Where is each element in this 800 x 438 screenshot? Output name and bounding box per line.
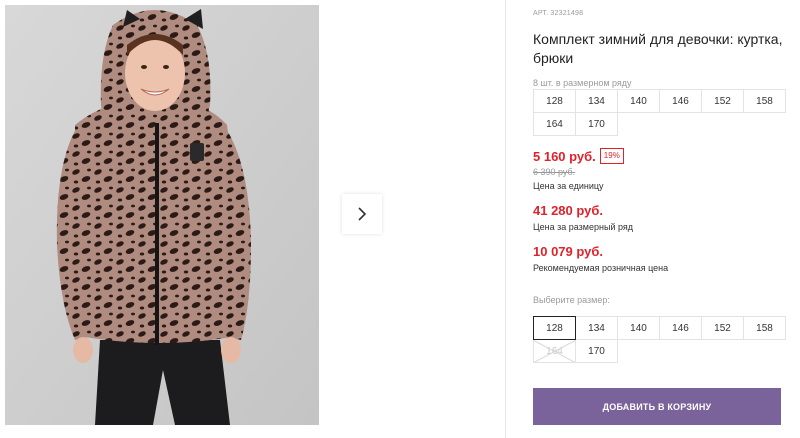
unit-price: 5 160 руб. <box>533 148 596 164</box>
size-option-164: 164 <box>533 339 576 363</box>
size-selector: 128 134 140 146 152 158 164 170 <box>533 316 786 363</box>
size-select-label: Выберите размер: <box>533 295 610 305</box>
size-option-134[interactable]: 134 <box>575 316 618 340</box>
size-option-146[interactable]: 146 <box>659 316 702 340</box>
pack-size-cell: 140 <box>617 89 660 113</box>
size-option-140[interactable]: 140 <box>617 316 660 340</box>
pack-size-cell: 158 <box>743 89 786 113</box>
pack-size-cell: 170 <box>575 112 618 136</box>
pack-size-cell: 146 <box>659 89 702 113</box>
pack-size-cell: 128 <box>533 89 576 113</box>
unit-price-label: Цена за единицу <box>533 181 604 191</box>
article-number: АРТ. 32321498 <box>533 10 584 17</box>
add-to-cart-button[interactable]: ДОБАВИТЬ В КОРЗИНУ <box>533 388 781 425</box>
gallery-next-button[interactable] <box>342 194 382 234</box>
retail-price: 10 079 руб. <box>533 244 604 259</box>
size-option-158[interactable]: 158 <box>743 316 786 340</box>
size-option-128[interactable]: 128 <box>533 316 576 340</box>
pack-size-cell: 134 <box>575 89 618 113</box>
size-option-170[interactable]: 170 <box>575 339 618 363</box>
pack-note: 8 шт. в размерном ряду <box>533 78 632 88</box>
pack-size-cell: 152 <box>701 89 744 113</box>
pack-size-cell: 164 <box>533 112 576 136</box>
pack-price: 41 280 руб. <box>533 203 604 218</box>
product-title: Комплект зимний для девочки: куртка, брю… <box>533 31 783 66</box>
discount-badge: 19% <box>599 148 624 164</box>
chevron-right-icon <box>358 207 367 221</box>
retail-price-label: Рекомендуемая розничная цена <box>533 263 669 273</box>
pack-size-grid: 128 134 140 146 152 158 164 170 <box>533 89 786 136</box>
product-gallery <box>0 0 506 438</box>
old-price: 6 390 руб. <box>533 167 576 177</box>
girl-jacket-illustration <box>5 5 319 425</box>
gallery-divider <box>505 0 506 438</box>
product-photo[interactable] <box>5 5 319 425</box>
pack-price-label: Цена за размерный ряд <box>533 222 634 232</box>
size-option-152[interactable]: 152 <box>701 316 744 340</box>
unit-price-row: 5 160 руб. 19% <box>533 148 624 164</box>
